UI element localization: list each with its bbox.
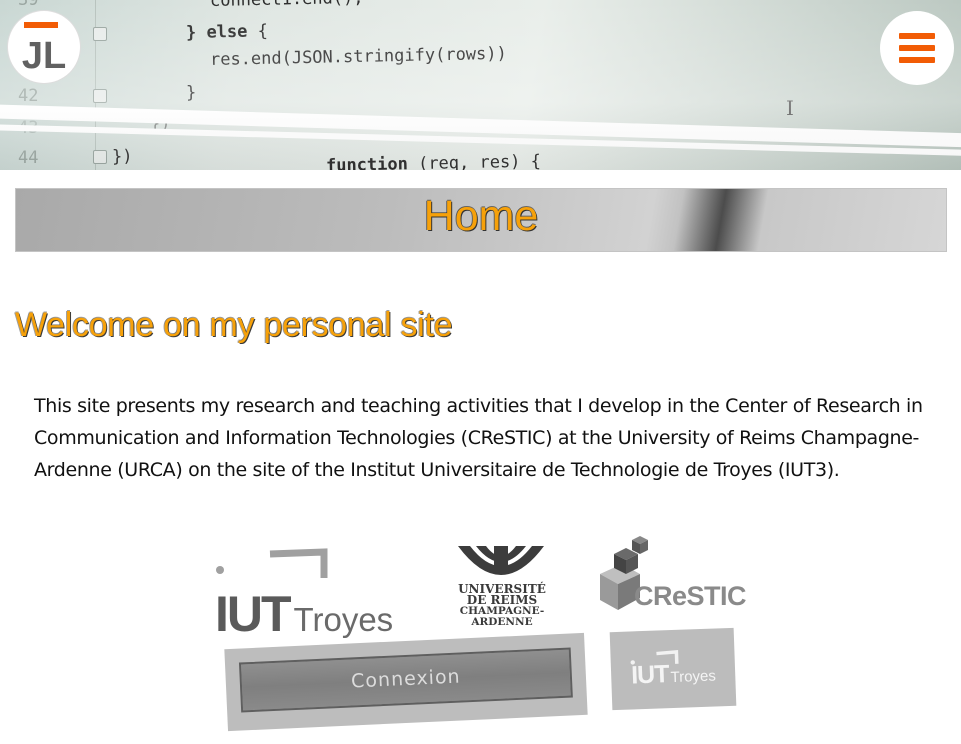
line-number: 44 [18, 148, 39, 168]
fold-marker-icon [93, 89, 107, 103]
site-logo-link[interactable]: JL [8, 11, 80, 83]
line-number: 42 [18, 86, 39, 106]
iut-troyes-card-link[interactable]: IUTTroyes [609, 627, 737, 711]
page-title-banner: Home [15, 188, 947, 252]
svg-text:JL: JL [22, 35, 66, 77]
jl-logo-icon: JL [22, 22, 66, 77]
fold-marker-icon [93, 150, 107, 164]
page-title: Home [423, 192, 539, 240]
connexion-label: Connexion [238, 647, 573, 713]
line-number: 39 [18, 0, 39, 10]
code-line: } [185, 82, 197, 103]
code-line: connect1.end(); [210, 0, 364, 11]
urca-logo-text: UNIVERSITÉ DE REIMS CHAMPAGNE-ARDENNE [458, 582, 546, 628]
iut-logo-text: IUT Troyes [215, 586, 394, 642]
decorative-stripe [0, 124, 961, 157]
code-line: }) [149, 113, 171, 134]
welcome-heading: Welcome on my personal site [15, 306, 453, 344]
hamburger-icon-bar [899, 57, 935, 63]
text-cursor-icon: I [786, 96, 794, 120]
fold-marker-icon [93, 27, 107, 41]
hamburger-icon-bar [899, 45, 935, 51]
code-line: res.end(JSON.stringify(rows)) [209, 43, 507, 70]
menu-button[interactable] [880, 11, 954, 85]
header-hero-image: 39 42 43 44 connect1.end(); } else { res… [0, 0, 961, 170]
code-line: } else { [185, 21, 269, 43]
line-number: 43 [18, 118, 39, 138]
code-line: }) [111, 146, 133, 167]
connexion-button[interactable]: Connexion [224, 632, 588, 732]
decorative-stripe [0, 104, 961, 149]
code-line: function (req, res) { [325, 151, 542, 170]
iut-small-logo-text: IUTTroyes [630, 660, 717, 690]
intro-paragraph: This site presents my research and teach… [34, 395, 923, 481]
hamburger-icon [899, 33, 935, 39]
urca-emblem-icon [458, 546, 544, 575]
crestic-logo-text: CReSTIC [634, 581, 747, 611]
